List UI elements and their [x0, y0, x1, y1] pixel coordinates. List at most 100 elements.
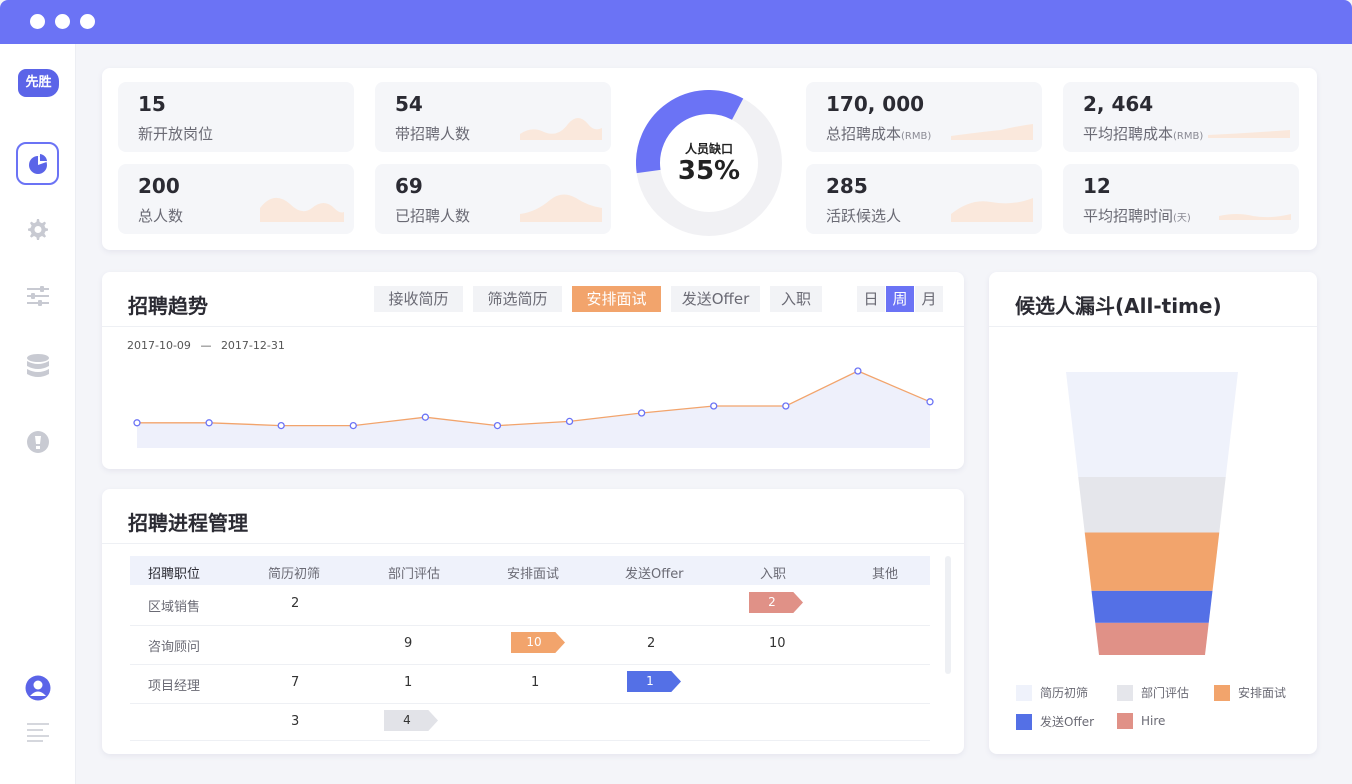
sparkline	[1208, 130, 1290, 138]
trend-point[interactable]	[854, 367, 862, 375]
sparkline	[951, 198, 1033, 222]
window-control-dot[interactable]	[30, 14, 45, 29]
brand-logo[interactable]: 先胜	[18, 69, 59, 97]
legend-item[interactable]: 安排面试	[1214, 684, 1286, 701]
stage-count-flag[interactable]: 4	[384, 710, 438, 731]
period-day[interactable]: 日	[857, 286, 885, 312]
column-header: 招聘职位	[148, 567, 201, 582]
funnel-stage[interactable]	[1066, 372, 1238, 478]
funnel-stage[interactable]	[1091, 590, 1213, 623]
trend-point[interactable]	[637, 409, 646, 417]
row-divider	[130, 664, 930, 665]
row-divider	[130, 625, 930, 626]
sliders-icon	[26, 285, 49, 306]
tab-receive-resume[interactable]: 接收简历	[374, 286, 463, 312]
tab-send-offer[interactable]: 发送Offer	[671, 286, 760, 312]
legend-item[interactable]: 发送Offer	[1016, 713, 1094, 730]
stat-card-pending-hires[interactable]: 54 带招聘人数	[375, 82, 611, 152]
stage-count-flag[interactable]: 2	[749, 592, 803, 613]
trend-point[interactable]	[565, 417, 574, 426]
column-header: 入职	[760, 567, 787, 582]
table-header: 招聘职位 简历初筛 部门评估 安排面试 发送Offer 入职 其他	[130, 556, 930, 585]
stat-value: 15	[138, 92, 166, 116]
trend-point[interactable]	[493, 421, 502, 430]
row-divider	[130, 740, 930, 741]
legend-swatch	[1117, 713, 1133, 729]
sidebar-menu[interactable]	[16, 710, 59, 753]
sparkline	[520, 118, 602, 140]
stat-label: 平均招聘成本(RMB)	[1083, 125, 1204, 143]
legend-label: 简历初筛	[1040, 686, 1089, 700]
stage-count: 7	[291, 675, 300, 690]
stage-count-flag[interactable]: 10	[511, 632, 565, 653]
stat-value: 69	[395, 174, 423, 198]
column-header: 部门评估	[388, 567, 441, 582]
stat-card-hired[interactable]: 69 已招聘人数	[375, 164, 611, 234]
position-name: 项目经理	[148, 679, 201, 694]
sidebar-item-data[interactable]	[16, 344, 59, 387]
trend-point[interactable]	[133, 419, 141, 427]
sidebar-item-dashboard[interactable]	[16, 142, 59, 185]
window-titlebar	[0, 0, 1352, 44]
list-icon	[26, 722, 49, 742]
stat-card-total-cost[interactable]: 170, 000 总招聘成本(RMB)	[806, 82, 1042, 152]
sidebar-item-settings[interactable]	[16, 208, 59, 251]
stat-value: 200	[138, 174, 180, 198]
stat-label: 活跃候选人	[826, 207, 902, 225]
position-name: 咨询顾问	[148, 640, 201, 655]
tab-screen-resume[interactable]: 筛选简历	[473, 286, 562, 312]
window-control-dot[interactable]	[80, 14, 95, 29]
database-icon	[26, 353, 49, 377]
user-avatar-icon	[25, 675, 50, 700]
stat-card-active-candidates[interactable]: 285 活跃候选人	[806, 164, 1042, 234]
process-card: 招聘进程管理 招聘职位 简历初筛 部门评估 安排面试 发送Offer 入职 其他…	[102, 489, 964, 754]
trend-point[interactable]	[782, 402, 790, 410]
legend-label: Hire	[1141, 714, 1166, 728]
stat-card-open-positions[interactable]: 15 新开放岗位	[118, 82, 354, 152]
row-divider	[130, 703, 930, 704]
divider	[102, 326, 964, 327]
column-header: 其他	[872, 567, 899, 582]
period-week[interactable]: 周	[886, 286, 914, 312]
stat-label: 已招聘人数	[395, 207, 471, 225]
stage-count-flag[interactable]: 1	[627, 671, 681, 692]
stat-label: 总招聘成本(RMB)	[826, 125, 932, 143]
funnel-stage[interactable]	[1078, 477, 1226, 533]
trend-point[interactable]	[421, 413, 430, 421]
legend-swatch	[1016, 684, 1032, 701]
stat-card-avg-time[interactable]: 12 平均招聘时间(天)	[1063, 164, 1299, 234]
sidebar-item-info[interactable]	[16, 420, 59, 463]
stat-card-total-people[interactable]: 200 总人数	[118, 164, 354, 234]
funnel-stage[interactable]	[1084, 532, 1220, 591]
legend-item[interactable]: 部门评估	[1117, 684, 1189, 701]
gear-icon	[27, 218, 48, 240]
funnel-stage[interactable]	[1095, 622, 1209, 655]
trend-point[interactable]	[205, 419, 213, 427]
stage-count: 1	[404, 675, 413, 690]
sidebar: 先胜	[0, 44, 76, 784]
trend-point[interactable]	[277, 421, 285, 430]
sidebar-user[interactable]	[16, 666, 59, 709]
trend-title: 招聘趋势	[128, 294, 208, 318]
gap-label: 人员缺口	[684, 142, 733, 156]
trend-card: 招聘趋势 接收简历 筛选简历 安排面试 发送Offer 入职 日 周 月 201…	[102, 272, 964, 469]
tab-onboard[interactable]: 入职	[770, 286, 822, 312]
bulb-icon	[26, 430, 49, 453]
tab-schedule-interview[interactable]: 安排面试	[572, 286, 661, 312]
stat-value: 12	[1083, 174, 1111, 198]
trend-point[interactable]	[710, 402, 718, 410]
divider	[102, 543, 964, 544]
table-scrollbar[interactable]	[945, 556, 951, 674]
window-control-dot[interactable]	[55, 14, 70, 29]
trend-point[interactable]	[926, 398, 934, 406]
sparkline	[520, 194, 602, 222]
sparkline	[1219, 214, 1291, 220]
stat-card-avg-cost[interactable]: 2, 464 平均招聘成本(RMB)	[1063, 82, 1299, 152]
sparkline	[951, 124, 1033, 140]
sidebar-item-filters[interactable]	[16, 274, 59, 317]
legend-item[interactable]: 简历初筛	[1016, 684, 1088, 701]
stat-value: 285	[826, 174, 868, 198]
trend-point[interactable]	[349, 421, 357, 430]
legend-item[interactable]: Hire	[1117, 713, 1165, 729]
period-month[interactable]: 月	[915, 286, 943, 312]
